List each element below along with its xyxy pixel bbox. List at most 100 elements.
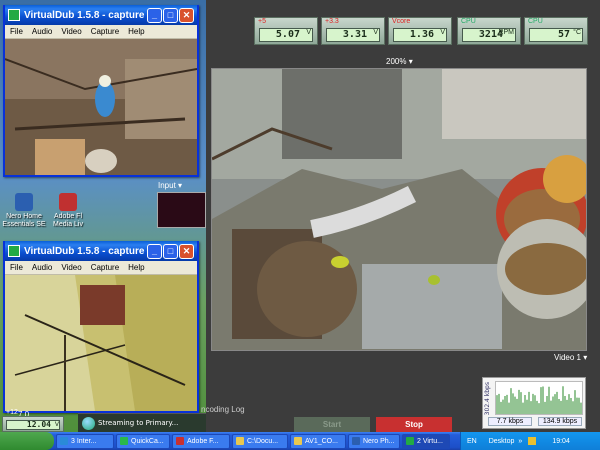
encoding-log-tab[interactable]: ncoding Log bbox=[201, 405, 245, 414]
menu-video[interactable]: Video bbox=[61, 27, 81, 36]
video-source-selector[interactable]: Video 1 ▾ bbox=[554, 353, 587, 362]
tray-icon[interactable] bbox=[528, 437, 537, 445]
input-label: Input bbox=[158, 181, 176, 190]
stop-button[interactable]: Stop bbox=[376, 417, 452, 432]
sensor-cpu-fan: CPU 3214 RPM bbox=[457, 17, 521, 45]
menu-capture[interactable]: Capture bbox=[91, 263, 119, 272]
chevron-down-icon: ▾ bbox=[408, 57, 413, 66]
aviary-image bbox=[212, 69, 586, 350]
sensor-unit: °C bbox=[573, 29, 581, 36]
sensor-5v: +5 5.07 V bbox=[254, 17, 318, 45]
nero-icon bbox=[15, 193, 33, 211]
cage-image bbox=[5, 275, 197, 411]
sensor-label: CPU bbox=[461, 18, 476, 25]
task-label: C:\Docu... bbox=[247, 437, 279, 445]
menu-audio[interactable]: Audio bbox=[32, 27, 52, 36]
task-label: Nero Ph... bbox=[363, 437, 395, 445]
stream-status-bar: Streaming to Primary... bbox=[78, 413, 206, 432]
menu-video[interactable]: Video bbox=[61, 263, 81, 272]
close-button[interactable]: ✕ bbox=[179, 7, 194, 23]
virtualdub-window-bottom[interactable]: VirtualDub 1.5.8 - capture mode [... _ □… bbox=[3, 241, 199, 413]
window-title: VirtualDub 1.5.8 - capture mode [... bbox=[24, 9, 146, 21]
sensor-value: 12.04 bbox=[6, 420, 60, 430]
virtualdub-icon bbox=[406, 437, 414, 445]
task-label: Adobe F... bbox=[187, 437, 219, 445]
virtualdub-icon bbox=[8, 9, 20, 21]
desktop-icon-label: Adobe Fl Media Liv bbox=[53, 213, 83, 228]
desktop-toolbar[interactable]: Desktop bbox=[489, 438, 515, 445]
sensor-cpu-temp: CPU 57 °C bbox=[524, 17, 588, 45]
sensor-label: CPU bbox=[528, 18, 543, 25]
chevron-down-icon: ▾ bbox=[583, 353, 588, 362]
task-label: AV1_CO... bbox=[305, 437, 338, 445]
task-av1[interactable]: AV1_CO... bbox=[290, 433, 346, 449]
task-label: 2 Virtu... bbox=[417, 437, 443, 445]
window-title: VirtualDub 1.5.8 - capture mode [... bbox=[24, 245, 146, 257]
task-label: 3 Inter... bbox=[71, 437, 97, 445]
minimize-button[interactable]: _ bbox=[147, 243, 162, 259]
clock: 19:04 bbox=[552, 437, 570, 445]
menu-file[interactable]: File bbox=[10, 27, 23, 36]
task-adobe[interactable]: Adobe F... bbox=[172, 433, 230, 449]
maximize-button[interactable]: □ bbox=[163, 7, 178, 23]
sensor-12v: +12 12.04 V bbox=[2, 409, 64, 432]
start-menu-button[interactable] bbox=[0, 432, 54, 450]
sensor-3v3: +3.3 3.31 V bbox=[321, 17, 385, 45]
system-tray: EN Desktop » 19:04 bbox=[460, 432, 600, 450]
sensor-unit: V bbox=[440, 29, 445, 36]
sensor-label: Vcore bbox=[392, 18, 411, 25]
video-source-label: Video 1 bbox=[554, 353, 581, 362]
desktop-icon-adobe[interactable]: Adobe Fl Media Liv bbox=[46, 193, 90, 229]
close-button[interactable]: ✕ bbox=[179, 243, 194, 259]
window-titlebar[interactable]: VirtualDub 1.5.8 - capture mode [... _ □… bbox=[5, 241, 197, 261]
desktop-icon-label: Nero Home Essentials SE bbox=[2, 213, 46, 228]
input-selector[interactable]: Input ▾ bbox=[158, 181, 182, 190]
zoom-value: 200% bbox=[386, 57, 407, 66]
task-folder[interactable]: C:\Docu... bbox=[232, 433, 288, 449]
task-label: QuickCa... bbox=[131, 437, 164, 445]
start-button[interactable]: Start bbox=[294, 417, 370, 432]
bitrate-graph bbox=[495, 381, 583, 415]
menu-bar: File Audio Video Capture Help bbox=[5, 261, 197, 275]
sensor-label: +3.3 bbox=[325, 18, 339, 25]
language-indicator[interactable]: EN bbox=[467, 438, 477, 445]
taskbar: 3 Inter... QuickCa... Adobe F... C:\Docu… bbox=[0, 432, 600, 450]
desktop-icon-nero[interactable]: Nero Home Essentials SE bbox=[2, 193, 46, 229]
bitrate-monitor: 302.4 kbps 7.7 kbps 134.9 kbps bbox=[482, 377, 586, 429]
menu-help[interactable]: Help bbox=[128, 27, 144, 36]
input-preview bbox=[157, 192, 206, 228]
stream-status-text: Streaming to Primary... bbox=[98, 419, 179, 427]
menu-capture[interactable]: Capture bbox=[91, 27, 119, 36]
menu-help[interactable]: Help bbox=[128, 263, 144, 272]
adobe-icon bbox=[59, 193, 77, 211]
minimize-button[interactable]: _ bbox=[147, 7, 162, 23]
menu-file[interactable]: File bbox=[10, 263, 23, 272]
sensor-value: 1.36 bbox=[393, 28, 447, 42]
chevron-icon[interactable]: » bbox=[518, 438, 522, 445]
task-virtualdub[interactable]: 2 Virtu... bbox=[402, 433, 450, 449]
sensor-unit: V bbox=[54, 421, 59, 428]
bitrate-high: 134.9 kbps bbox=[538, 417, 582, 426]
menu-audio[interactable]: Audio bbox=[32, 263, 52, 272]
maximize-button[interactable]: □ bbox=[163, 243, 178, 259]
menu-bar: File Audio Video Capture Help bbox=[5, 25, 197, 39]
globe-icon bbox=[82, 417, 95, 430]
bitrate-axis-label: 302.4 kbps bbox=[484, 382, 491, 416]
window-titlebar[interactable]: VirtualDub 1.5.8 - capture mode [... _ □… bbox=[5, 5, 197, 25]
sensor-unit: V bbox=[306, 29, 311, 36]
sensor-label: +12 bbox=[6, 409, 18, 416]
task-quickcam[interactable]: QuickCa... bbox=[116, 433, 170, 449]
quickcam-icon bbox=[120, 437, 128, 445]
virtualdub-window-top[interactable]: VirtualDub 1.5.8 - capture mode [... _ □… bbox=[3, 5, 199, 177]
capture-preview bbox=[5, 275, 197, 411]
sensor-value: 5.07 bbox=[259, 28, 313, 42]
bitrate-low: 7.7 kbps bbox=[488, 417, 532, 426]
budgie-image bbox=[5, 39, 197, 175]
bitrate-plot bbox=[496, 382, 582, 414]
zoom-selector[interactable]: 200% ▾ bbox=[386, 57, 413, 66]
folder-icon bbox=[236, 437, 244, 445]
task-internet[interactable]: 3 Inter... bbox=[56, 433, 114, 449]
chevron-down-icon: ▾ bbox=[178, 181, 183, 190]
adobe-icon bbox=[176, 437, 184, 445]
task-nero[interactable]: Nero Ph... bbox=[348, 433, 400, 449]
